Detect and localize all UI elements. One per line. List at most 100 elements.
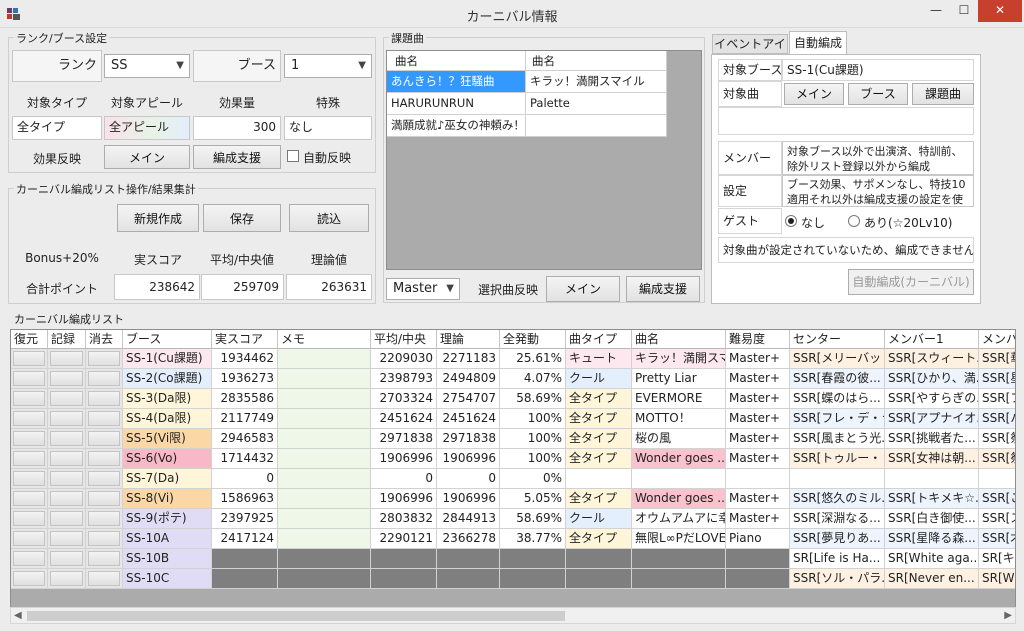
center-cell[interactable]: SR[Life is Ha...	[790, 549, 885, 569]
tab-event-idol[interactable]: イベントアイドル	[712, 34, 788, 69]
memo-cell[interactable]	[278, 509, 371, 529]
member1-cell[interactable]: SSR[トキメキ☆...	[885, 489, 979, 509]
actual-score-cell[interactable]: 0	[212, 469, 278, 489]
restore-button[interactable]	[11, 429, 48, 449]
full-activation-header[interactable]: 全発動	[500, 330, 566, 349]
delete-button[interactable]	[86, 449, 123, 469]
booth-cell[interactable]: SS-2(Co課題)	[123, 369, 212, 389]
actual-score-cell[interactable]: 1714432	[212, 449, 278, 469]
memo-cell[interactable]	[278, 529, 371, 549]
guest-some-radio[interactable]	[848, 215, 860, 227]
actual-score-cell[interactable]	[212, 569, 278, 589]
member1-cell[interactable]: SSR[白き御使...	[885, 509, 979, 529]
guest-none-radio[interactable]	[785, 215, 797, 227]
difficulty-cell[interactable]: Piano	[726, 529, 790, 549]
song-type-cell[interactable]: 全タイプ	[566, 529, 632, 549]
activation-cell[interactable]: 100%	[500, 409, 566, 429]
center-cell[interactable]: SSR[春霞の彼...	[790, 369, 885, 389]
average-cell[interactable]	[371, 549, 437, 569]
theory-cell[interactable]	[437, 549, 500, 569]
delete-header[interactable]: 消去	[86, 330, 123, 349]
memo-cell[interactable]	[278, 489, 371, 509]
average-cell[interactable]: 2209030	[371, 349, 437, 369]
scroll-left-icon[interactable]: ◀	[14, 608, 22, 623]
restore-button[interactable]	[11, 569, 48, 589]
record-button[interactable]	[48, 449, 86, 469]
member2-cell[interactable]: SSR[華	[979, 349, 1015, 369]
song-name-cell[interactable]	[632, 549, 726, 569]
booth-cell[interactable]: SS-6(Vo)	[123, 449, 212, 469]
restore-button[interactable]	[11, 549, 48, 569]
member2-cell[interactable]: SSR[星	[979, 369, 1015, 389]
delete-button[interactable]	[86, 349, 123, 369]
minimize-button[interactable]: —	[922, 0, 950, 22]
new-list-button[interactable]: 新規作成	[117, 204, 199, 232]
song-type-header[interactable]: 曲タイプ	[566, 330, 632, 349]
target-booth-button[interactable]: ブース	[848, 83, 908, 105]
member1-cell[interactable]: SSR[女神は朝...	[885, 449, 979, 469]
theory-cell[interactable]: 2451624	[437, 409, 500, 429]
booth-cell[interactable]: SS-4(Da限)	[123, 409, 212, 429]
delete-button[interactable]	[86, 529, 123, 549]
difficulty-cell[interactable]: Master+	[726, 489, 790, 509]
theory-cell[interactable]: 1906996	[437, 449, 500, 469]
song-name-cell[interactable]	[632, 569, 726, 589]
activation-cell[interactable]: 5.05%	[500, 489, 566, 509]
record-button[interactable]	[48, 409, 86, 429]
difficulty-header[interactable]: 難易度	[726, 330, 790, 349]
actual-score-cell[interactable]: 1586963	[212, 489, 278, 509]
memo-cell[interactable]	[278, 349, 371, 369]
delete-button[interactable]	[86, 409, 123, 429]
song-cell[interactable]: あんきら！？狂騒曲	[387, 71, 526, 93]
song-type-cell[interactable]	[566, 469, 632, 489]
rank-select[interactable]: SS ▼	[104, 54, 190, 78]
average-cell[interactable]: 0	[371, 469, 437, 489]
song-type-cell[interactable]	[566, 569, 632, 589]
theory-cell[interactable]: 2366278	[437, 529, 500, 549]
song-type-cell[interactable]: 全タイプ	[566, 429, 632, 449]
memo-cell[interactable]	[278, 409, 371, 429]
delete-button[interactable]	[86, 429, 123, 449]
member2-cell[interactable]: SSR[フ	[979, 389, 1015, 409]
booth-cell[interactable]: SS-3(Da限)	[123, 389, 212, 409]
member2-cell[interactable]: SSR[才	[979, 529, 1015, 549]
booth-cell[interactable]: SS-10A	[123, 529, 212, 549]
song-type-cell[interactable]: キュート	[566, 349, 632, 369]
theory-cell[interactable]: 2971838	[437, 429, 500, 449]
song-name-cell[interactable]: オウムアムアに幸...	[632, 509, 726, 529]
activation-cell[interactable]: 38.77%	[500, 529, 566, 549]
song-cell[interactable]: Palette	[526, 93, 667, 115]
theory-cell[interactable]: 2271183	[437, 349, 500, 369]
theory-cell[interactable]	[437, 569, 500, 589]
restore-header[interactable]: 復元	[11, 330, 48, 349]
song-name-cell[interactable]: Pretty Liar	[632, 369, 726, 389]
theory-header[interactable]: 理論	[437, 330, 500, 349]
memo-cell[interactable]	[278, 429, 371, 449]
member2-cell[interactable]: SSR[祭	[979, 449, 1015, 469]
member1-cell[interactable]: SSR[アプナイオ...	[885, 409, 979, 429]
song-name-cell[interactable]: 桜の風	[632, 429, 726, 449]
restore-button[interactable]	[11, 449, 48, 469]
member-header[interactable]: メンバー	[979, 330, 1015, 349]
song-cell[interactable]: キラッ！満開スマイル	[526, 71, 667, 93]
average-cell[interactable]: 1906996	[371, 449, 437, 469]
difficulty-cell[interactable]	[726, 569, 790, 589]
center-cell[interactable]: SSR[メリーバッド...	[790, 349, 885, 369]
record-button[interactable]	[48, 349, 86, 369]
delete-button[interactable]	[86, 509, 123, 529]
average-cell[interactable]	[371, 569, 437, 589]
difficulty-cell[interactable]: Master+	[726, 369, 790, 389]
song-type-cell[interactable]: 全タイプ	[566, 389, 632, 409]
difficulty-select[interactable]: Master ▼	[386, 278, 460, 300]
song-type-cell[interactable]: 全タイプ	[566, 449, 632, 469]
record-header[interactable]: 記録	[48, 330, 86, 349]
activation-cell[interactable]: 4.07%	[500, 369, 566, 389]
restore-button[interactable]	[11, 469, 48, 489]
average-cell[interactable]: 2290121	[371, 529, 437, 549]
memo-cell[interactable]	[278, 389, 371, 409]
activation-cell[interactable]: 25.61%	[500, 349, 566, 369]
member2-cell[interactable]: SSR[ス	[979, 509, 1015, 529]
target-main-button[interactable]: メイン	[784, 83, 844, 105]
restore-button[interactable]	[11, 369, 48, 389]
member1-cell[interactable]: SSR[やすらぎの...	[885, 389, 979, 409]
